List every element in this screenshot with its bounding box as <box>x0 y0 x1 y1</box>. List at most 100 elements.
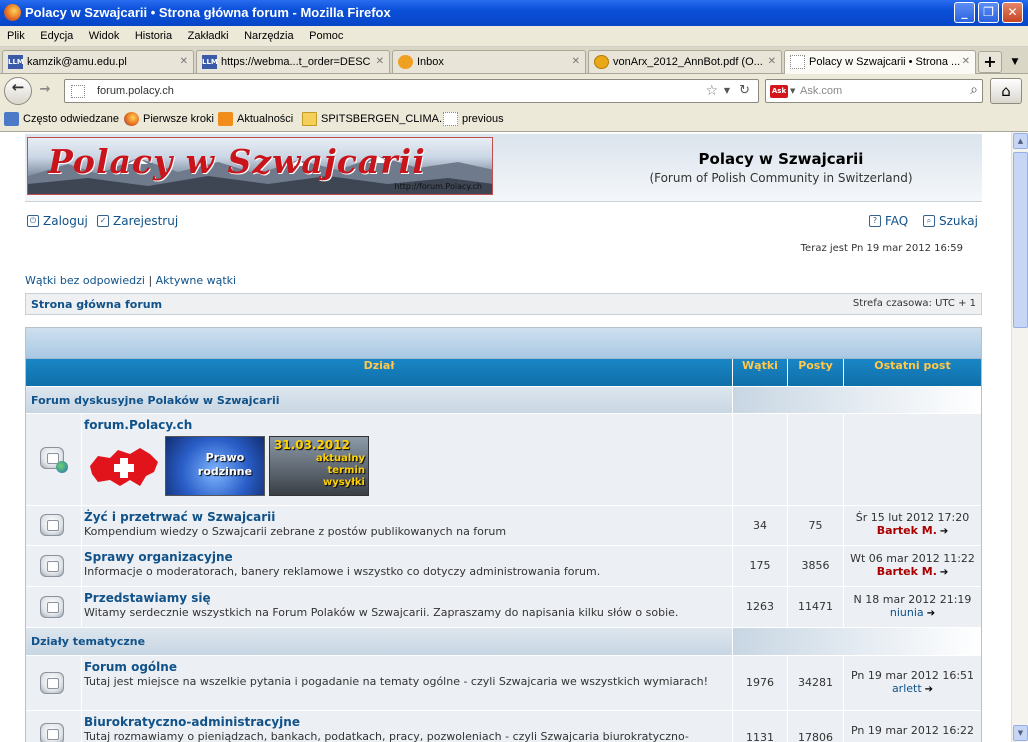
maximize-button[interactable]: ❐ <box>978 2 999 23</box>
search-link[interactable]: ⌕ Szukaj <box>923 214 978 228</box>
forum-topics-cell: 175 <box>732 546 787 586</box>
tab-forum[interactable]: Polacy w Szwajcarii • Strona ... ✕ <box>784 50 976 74</box>
faq-label[interactable]: FAQ <box>885 214 908 228</box>
new-tab-button[interactable]: + <box>978 51 1002 73</box>
url-bar[interactable]: forum.polacy.ch ☆ ▼ ↻ <box>64 79 759 103</box>
topics-count: 34 <box>753 519 767 532</box>
unanswered-topics-link[interactable]: Wątki bez odpowiedzi <box>25 274 145 287</box>
category-title[interactable]: Działy tematyczne <box>31 635 145 648</box>
last-post-date: Wt 06 mar 2012 11:22 <box>850 552 975 565</box>
site-logo[interactable]: Polacy w Szwajcarii http://forum.Polacy.… <box>27 137 493 195</box>
tab-webmail[interactable]: LLM kamzik@amu.edu.pl ✕ <box>2 50 194 73</box>
logo-text: Polacy w Szwajcarii <box>48 142 426 181</box>
menu-bookmarks[interactable]: Zakładki <box>188 26 229 42</box>
site-identity-icon[interactable] <box>71 85 85 98</box>
menu-help[interactable]: Pomoc <box>309 26 343 42</box>
forum-read-icon <box>40 555 64 577</box>
menu-tools[interactable]: Narzędzia <box>244 26 294 42</box>
menu-history[interactable]: Historia <box>135 26 172 42</box>
menu-edit[interactable]: Edycja <box>40 26 73 42</box>
last-post-author[interactable]: niunia <box>890 606 924 619</box>
bookmark-star-icon[interactable]: ☆ <box>705 83 718 99</box>
bookmark-spitsbergen[interactable]: SPITSBERGEN_CLIMA... <box>302 112 448 126</box>
goto-last-post-icon[interactable]: ➔ <box>927 608 935 619</box>
forum-title[interactable]: forum.Polacy.ch <box>84 418 730 432</box>
forum-topics-cell: 1263 <box>732 587 787 627</box>
faq-icon: ? <box>869 215 881 227</box>
forum-main-cell: Przedstawiamy się Witamy serdecznie wszy… <box>82 587 732 627</box>
tab-close-icon[interactable]: ✕ <box>572 56 580 67</box>
forum-posts-cell <box>787 414 843 505</box>
login-label[interactable]: Zaloguj <box>43 214 88 228</box>
tab-list-icon[interactable]: ▼ <box>1005 51 1025 73</box>
vertical-scrollbar[interactable]: ▲ ▼ <box>1011 132 1028 742</box>
back-button[interactable]: ← <box>4 77 32 105</box>
topics-count: 1131 <box>746 731 774 742</box>
forum-title[interactable]: Przedstawiamy się <box>84 591 730 605</box>
breadcrumb[interactable]: Strona główna forum <box>31 298 162 311</box>
search-icon[interactable]: ⌕ <box>970 82 978 98</box>
scroll-down-icon[interactable]: ▼ <box>1013 725 1028 741</box>
family-law-banner[interactable]: Prawo rodzinne <box>165 436 265 496</box>
page-viewport: Polacy w Szwajcarii http://forum.Polacy.… <box>0 132 1028 742</box>
breadcrumb-bar: Strona główna forum Strefa czasowa: UTC … <box>25 293 982 315</box>
bookmark-news[interactable]: Aktualności <box>218 112 293 126</box>
most-visited-icon <box>4 112 19 126</box>
bookmark-most-visited[interactable]: Często odwiedzane <box>4 112 119 126</box>
forum-title[interactable]: Sprawy organizacyjne <box>84 550 730 564</box>
search-input[interactable]: Ask.com <box>800 85 842 97</box>
forward-button[interactable]: → <box>35 82 55 102</box>
forum-description: Tutaj jest miejsce na wszelkie pytania i… <box>84 675 708 688</box>
forum-main-cell: forum.Polacy.ch Prawo rodzinne 31.03.201… <box>82 414 732 505</box>
register-link[interactable]: ✓ Zarejestruj <box>97 214 178 228</box>
reload-icon[interactable]: ↻ <box>739 83 750 98</box>
goto-last-post-icon[interactable]: ➔ <box>940 567 948 578</box>
faq-link[interactable]: ? FAQ <box>869 214 908 228</box>
last-post-author[interactable]: Bartek M. <box>877 565 937 578</box>
home-button[interactable]: ⌂ <box>990 78 1022 104</box>
swiss-map-banner[interactable] <box>84 436 162 496</box>
bookmark-previous[interactable]: previous <box>443 112 504 126</box>
shipping-banner[interactable]: 31.03.2012 aktualny termin wysyłki <box>269 436 369 496</box>
tab-close-icon[interactable]: ✕ <box>376 56 384 67</box>
register-label[interactable]: Zarejestruj <box>113 214 178 228</box>
bookmark-getting-started[interactable]: Pierwsze kroki <box>124 112 214 126</box>
forum-title[interactable]: Biurokratyczno-administracyjne <box>84 715 730 729</box>
tab-close-icon[interactable]: ✕ <box>180 56 188 67</box>
tab-inbox[interactable]: Inbox ✕ <box>392 50 586 73</box>
last-post-author[interactable]: arlett <box>892 682 922 695</box>
tab-webmail-order[interactable]: LLM https://webma...t_order=DESC ✕ <box>196 50 390 73</box>
forum-title[interactable]: Forum ogólne <box>84 660 730 674</box>
ask-engine-icon[interactable]: Ask <box>770 85 788 98</box>
menu-view[interactable]: Widok <box>89 26 120 42</box>
url-dropdown-icon[interactable]: ▼ <box>724 86 730 95</box>
folder-icon <box>302 112 317 126</box>
close-button[interactable]: ✕ <box>1002 2 1023 23</box>
tab-close-icon[interactable]: ✕ <box>962 56 970 67</box>
menu-file[interactable]: Plik <box>7 26 25 42</box>
last-post-author[interactable]: Bartek M. <box>877 524 937 537</box>
category-fill <box>732 628 981 656</box>
tab-close-icon[interactable]: ✕ <box>768 56 776 67</box>
category-row: Forum dyskusyjne Polaków w Szwajcarii <box>26 386 981 414</box>
active-topics-link[interactable]: Aktywne wątki <box>156 274 236 287</box>
goto-last-post-icon[interactable]: ➔ <box>925 684 933 695</box>
login-link[interactable]: ⏻ Zaloguj <box>27 214 88 228</box>
forum-posts-cell: 11471 <box>787 587 843 627</box>
search-engine-dropdown-icon[interactable]: ▼ <box>790 87 795 95</box>
user-links: ⏻ Zaloguj ✓ Zarejestruj ? FAQ ⌕ Szukaj <box>25 213 982 233</box>
category-title[interactable]: Forum dyskusyjne Polaków w Szwajcarii <box>31 394 279 407</box>
goto-last-post-icon[interactable]: ➔ <box>940 526 948 537</box>
tab-pdf[interactable]: vonArx_2012_AnnBot.pdf (O... ✕ <box>588 50 782 73</box>
scroll-thumb[interactable] <box>1013 152 1028 328</box>
minimize-button[interactable]: _ <box>954 2 975 23</box>
forum-posts-cell: 34281 <box>787 656 843 710</box>
forum-last-post-cell: Śr 15 lut 2012 17:20 Bartek M. ➔ <box>843 506 981 545</box>
search-label[interactable]: Szukaj <box>939 214 978 228</box>
globe-icon <box>56 461 68 473</box>
forum-title[interactable]: Żyć i przetrwać w Szwajcarii <box>84 510 730 524</box>
search-bar[interactable]: Ask ▼ Ask.com ⌕ <box>765 79 983 103</box>
last-post-date: N 18 mar 2012 21:19 <box>853 593 972 606</box>
scroll-up-icon[interactable]: ▲ <box>1013 133 1028 149</box>
url-text[interactable]: forum.polacy.ch <box>97 85 174 97</box>
